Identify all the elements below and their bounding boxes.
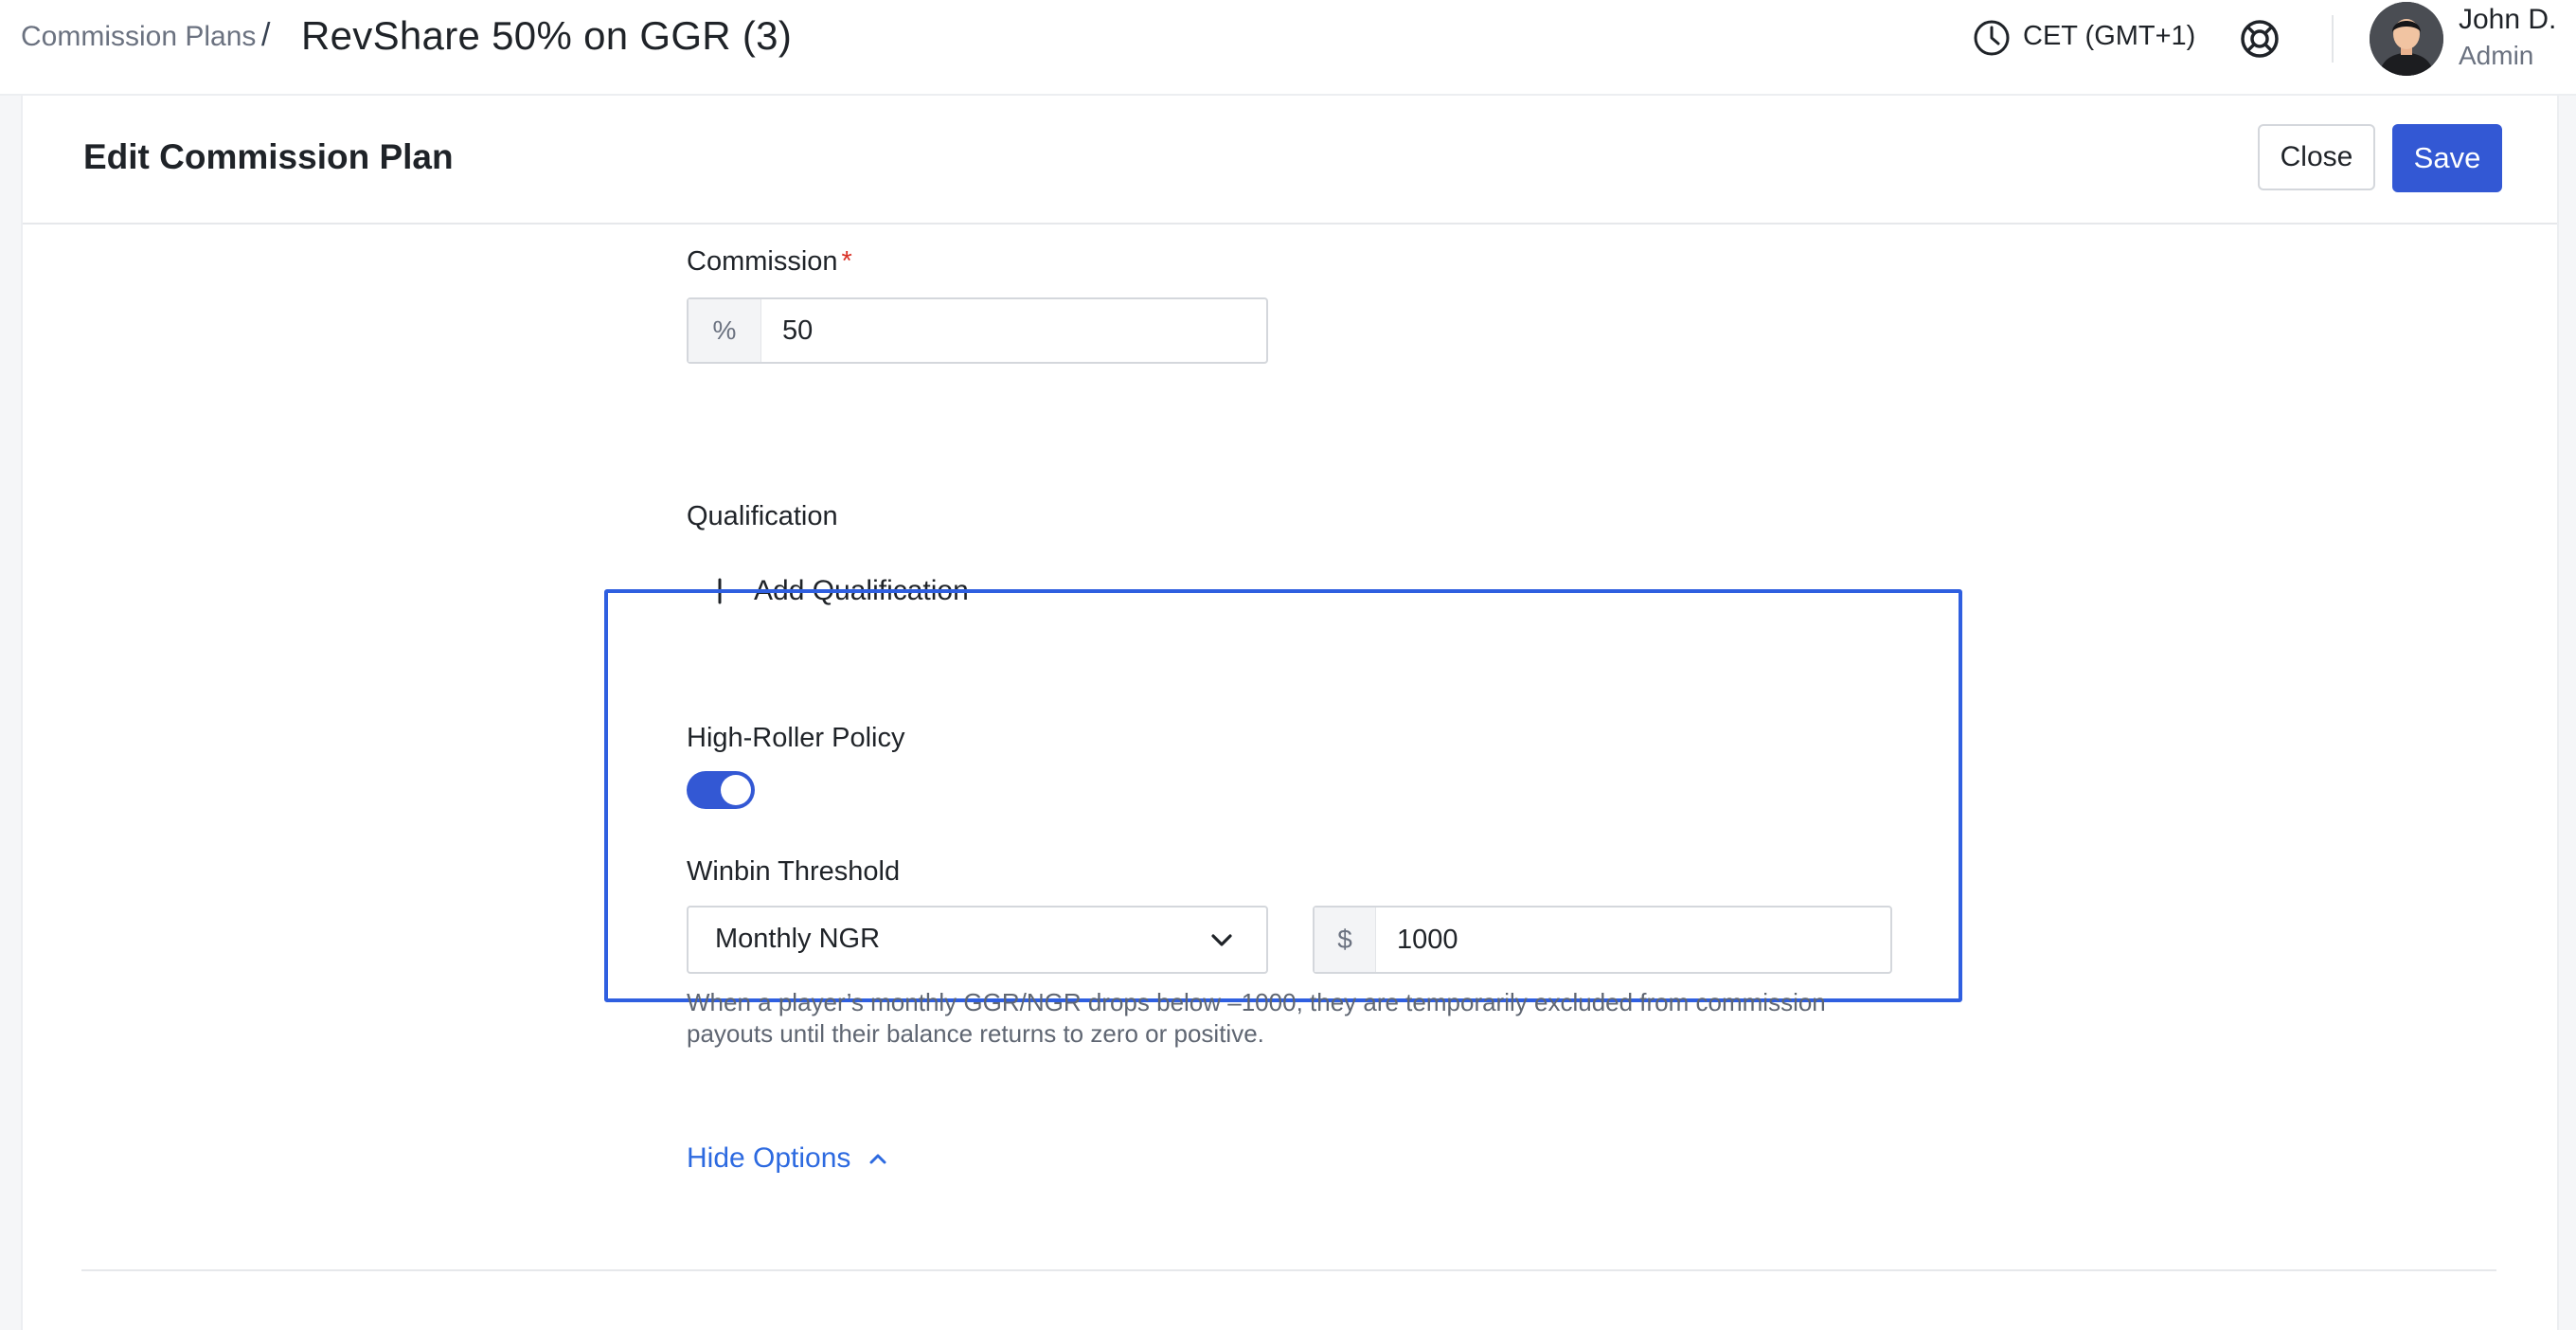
threshold-amount-value[interactable]: 1000 [1376, 925, 1458, 956]
breadcrumb-separator: / [261, 17, 271, 53]
help-lifebuoy-icon[interactable] [2239, 18, 2281, 60]
header-divider [2332, 15, 2334, 63]
hide-options-link[interactable]: Hide Options [687, 1142, 890, 1175]
section-divider [81, 1269, 2496, 1271]
threshold-amount-input[interactable]: $ 1000 [1313, 906, 1892, 974]
chevron-down-icon [1211, 934, 1232, 946]
close-button[interactable]: Close [2258, 124, 2375, 190]
toggle-knob [721, 775, 751, 805]
commission-label: Commission * [687, 246, 852, 278]
high-roller-help-text: When a player’s monthly GGR/NGR drops be… [687, 988, 1826, 1048]
threshold-type-value: Monthly NGR [715, 924, 881, 954]
chevron-up-icon [869, 1154, 886, 1164]
breadcrumb-commission-plans[interactable]: Commission Plans [21, 21, 256, 53]
clock-icon[interactable] [1972, 18, 2012, 58]
panel-title: Edit Commission Plan [83, 137, 454, 176]
top-bar: Commission Plans / RevShare 50% on GGR (… [0, 0, 2576, 96]
high-roller-toggle[interactable] [687, 771, 755, 809]
save-button[interactable]: Save [2392, 124, 2502, 192]
percent-prefix: % [689, 299, 761, 362]
high-roller-label: High-Roller Policy [687, 723, 905, 753]
page-title: RevShare 50% on GGR (3) [301, 13, 793, 58]
commission-input[interactable]: % 50 [687, 297, 1268, 364]
commission-value[interactable]: 50 [761, 315, 813, 347]
timezone-selector[interactable]: CET (GMT+1) [2023, 21, 2195, 52]
qualification-label: Qualification [687, 501, 838, 531]
hide-options-label: Hide Options [687, 1142, 851, 1174]
threshold-type-select[interactable]: Monthly NGR [687, 906, 1268, 974]
winbin-threshold-label: Winbin Threshold [687, 856, 901, 887]
commission-label-text: Commission [687, 246, 838, 277]
avatar-image [2370, 2, 2443, 76]
user-name[interactable]: John D. [2459, 4, 2556, 36]
user-role: Admin [2459, 41, 2534, 70]
avatar[interactable] [2370, 2, 2443, 76]
dollar-prefix: $ [1315, 908, 1376, 972]
required-marker: * [841, 246, 852, 277]
panel-header: Edit Commission Plan Close Save [23, 96, 2557, 225]
